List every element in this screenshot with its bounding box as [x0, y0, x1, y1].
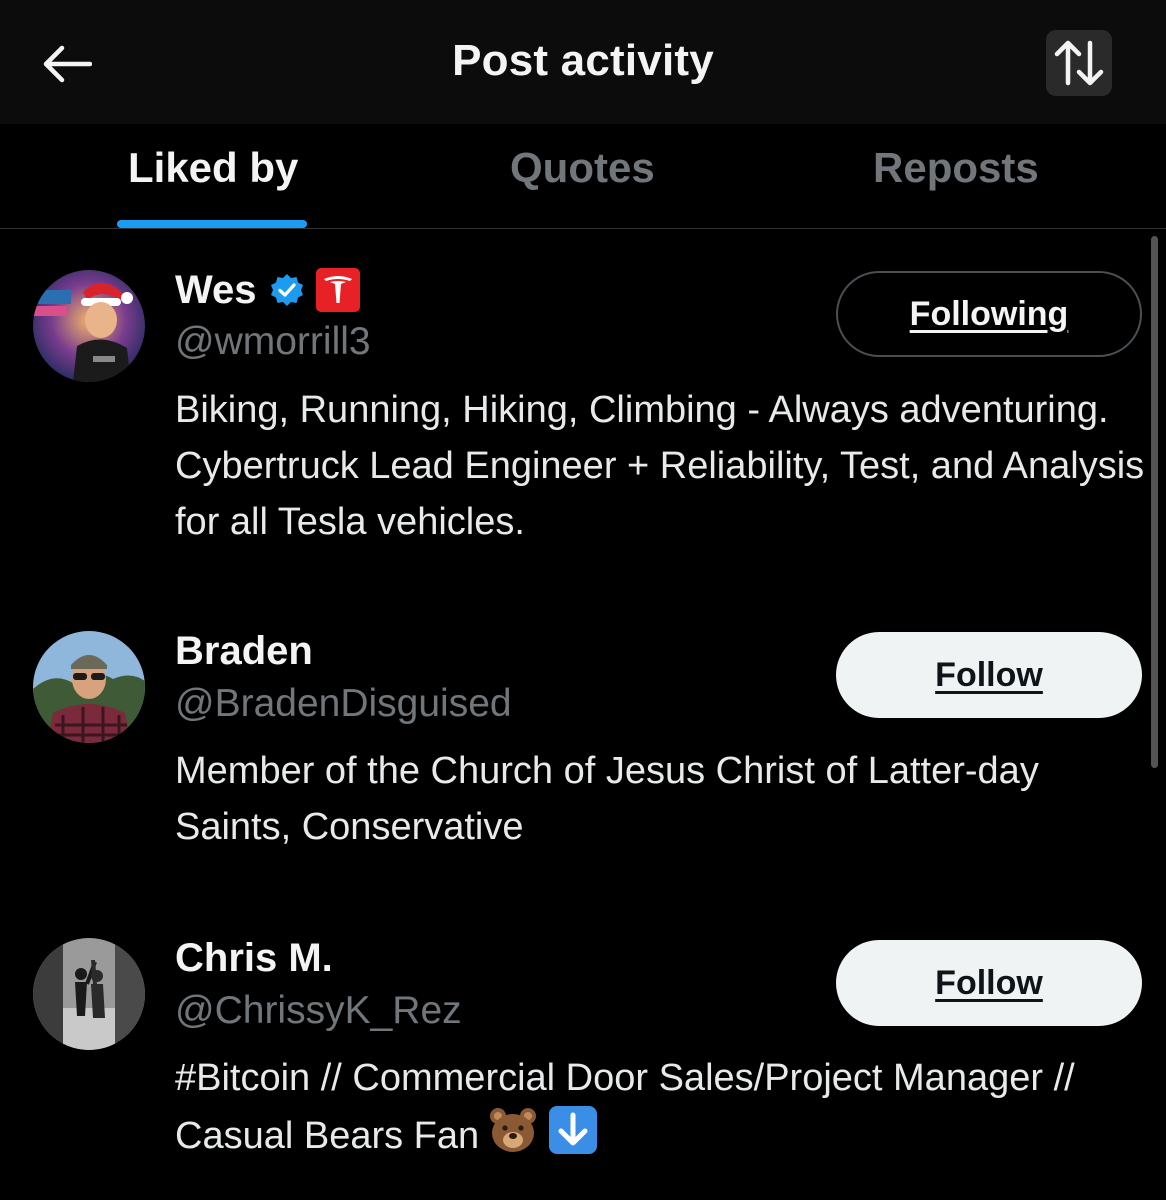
name-row: Chris M.	[175, 933, 333, 983]
tab-reposts[interactable]: Reposts	[873, 144, 1039, 192]
user-bio: Member of the Church of Jesus Christ of …	[175, 750, 1039, 848]
user-name[interactable]: Wes	[175, 268, 257, 313]
page-title: Post activity	[452, 36, 714, 85]
user-bio: Biking, Running, Hiking, Climbing - Alwa…	[175, 389, 1145, 543]
active-tab-indicator	[117, 220, 307, 228]
follow-button[interactable]: Follow	[836, 940, 1142, 1026]
name-row: Braden	[175, 626, 313, 676]
down-arrow-emoji-icon	[547, 1106, 599, 1170]
avatar[interactable]	[33, 938, 145, 1050]
sort-button[interactable]	[1046, 30, 1112, 96]
user-bio: #Bitcoin // Commercial Door Sales/Projec…	[175, 1050, 1155, 1170]
user-name[interactable]: Chris M.	[175, 936, 333, 981]
top-bar: Post activity	[0, 0, 1166, 124]
sort-arrows-icon	[1054, 40, 1104, 86]
tesla-logo-icon	[315, 267, 361, 313]
verified-badge-icon	[269, 272, 305, 308]
following-button[interactable]: Following	[836, 271, 1142, 357]
follow-button[interactable]: Follow	[836, 632, 1142, 718]
activity-tabs: Liked by Quotes Reposts	[0, 124, 1166, 229]
user-name[interactable]: Braden	[175, 629, 313, 674]
user-handle: @BradenDisguised	[175, 682, 512, 725]
avatar[interactable]	[33, 631, 145, 743]
tab-quotes[interactable]: Quotes	[510, 144, 655, 192]
avatar-image	[33, 631, 145, 743]
user-bio-text: #Bitcoin // Commercial Door Sales/Projec…	[175, 1057, 1075, 1157]
avatar-image	[33, 270, 145, 382]
name-row: Wes	[175, 265, 361, 315]
avatar[interactable]	[33, 270, 145, 382]
tab-liked-by[interactable]: Liked by	[128, 144, 298, 192]
user-handle: @ChrissyK_Rez	[175, 989, 462, 1032]
avatar-image	[33, 938, 145, 1050]
user-handle: @wmorrill3	[175, 320, 371, 363]
bear-emoji-icon	[487, 1106, 539, 1170]
